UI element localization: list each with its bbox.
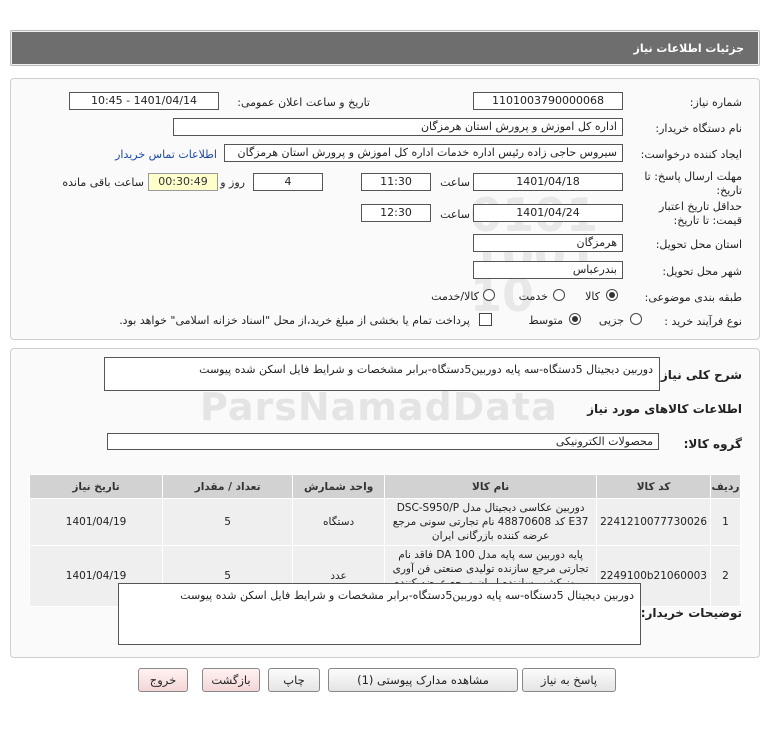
days-field: 4	[253, 173, 323, 191]
watermark: ParsNamadData	[200, 385, 558, 429]
province-field: هرمزگان	[473, 234, 623, 252]
province-label: استان محل تحویل:	[655, 238, 742, 251]
col-date: تاریخ نیاز	[28, 474, 164, 499]
goods-group-field: محصولات الکترونیکی	[107, 433, 659, 450]
process-label: نوع فرآیند خرید :	[664, 315, 742, 328]
validity-label-2: قیمت: تا تاریخ:	[673, 214, 742, 227]
announce-label: تاریخ و ساعت اعلان عمومی:	[237, 96, 370, 109]
announce-field: 1401/04/14 - 10:45	[69, 92, 219, 110]
deadline-date-field: 1401/04/18	[473, 173, 623, 191]
cell-qty: 5	[162, 498, 294, 546]
treasury-payment-checkbox[interactable]	[479, 313, 492, 326]
validity-date-field: 1401/04/24	[473, 204, 623, 222]
buyer-notes-field: دوربین دیجیتال 5دستگاه-سه پایه دوربین5دس…	[118, 583, 641, 645]
need-number-field: 1101003790000068	[473, 92, 623, 110]
creator-label: ایجاد کننده درخواست:	[640, 148, 742, 161]
cell-code: 2241210077730026	[596, 498, 711, 546]
need-number-label: شماره نیاز:	[689, 96, 742, 109]
remaining-label: ساعت باقی مانده	[62, 176, 144, 189]
buyer-org-label: نام دستگاه خریدار:	[655, 122, 742, 135]
col-row: ردیف	[710, 474, 741, 499]
view-attachments-button[interactable]: مشاهده مدارک پیوستی (1)	[328, 668, 518, 692]
buyer-org-field: اداره کل اموزش و پرورش استان هرمزگان	[173, 118, 623, 136]
deadline-time-field: 11:30	[361, 173, 431, 191]
payment-note: پرداخت تمام یا بخشی از مبلغ خرید،از محل …	[119, 314, 470, 327]
table-header-row: ردیف کد کالا نام کالا واحد شمارش تعداد /…	[28, 474, 741, 499]
deadline-time-label: ساعت	[440, 176, 470, 189]
cell-row: 1	[710, 498, 741, 546]
cell-unit: دستگاه	[292, 498, 386, 546]
buyer-notes-label: توضیحات خریدار:	[640, 606, 742, 620]
validity-time-field: 12:30	[361, 204, 431, 222]
header-bar: جزئیات اطلاعات نیاز	[12, 32, 758, 64]
cell-row: 2	[710, 545, 741, 607]
city-field: بندرعباس	[473, 261, 623, 279]
category-radio-goods[interactable]	[606, 289, 618, 301]
cell-name: دوربین عکاسی دیجیتال مدل DSC-S950/P E37 …	[384, 498, 598, 546]
col-code: کد کالا	[596, 474, 711, 499]
category-option-service: خدمت	[518, 290, 548, 303]
remaining-time-field: 00:30:49	[148, 173, 218, 191]
back-button[interactable]: بازگشت	[202, 668, 260, 692]
print-button[interactable]: چاپ	[268, 668, 320, 692]
deadline-label-2: تاریخ:	[716, 184, 742, 197]
reply-button[interactable]: پاسخ به نیاز	[522, 668, 616, 692]
buyer-contact-link[interactable]: اطلاعات تماس خریدار	[115, 148, 217, 161]
creator-field: سیروس حاجی زاده رئیس اداره خدمات اداره ک…	[224, 144, 623, 162]
page-title: جزئیات اطلاعات نیاز	[633, 42, 745, 55]
deadline-label-1: مهلت ارسال پاسخ: تا	[644, 170, 742, 183]
validity-label-1: حداقل تاریخ اعتبار	[658, 200, 742, 213]
process-option-minor: جزیی	[598, 314, 624, 327]
process-option-medium: متوسط	[528, 314, 563, 327]
process-radio-medium[interactable]	[569, 313, 581, 325]
page-header: جزئیات اطلاعات نیاز	[10, 30, 760, 66]
validity-time-label: ساعت	[440, 208, 470, 221]
exit-button[interactable]: خروج	[138, 668, 188, 692]
col-name: نام کالا	[384, 474, 598, 499]
category-option-goods-service: کالا/خدمت	[431, 290, 479, 303]
city-label: شهر محل تحویل:	[662, 265, 742, 278]
days-label: روز و	[220, 176, 245, 189]
col-qty: تعداد / مقدار	[162, 474, 294, 499]
summary-label: شرح کلی نیاز:	[656, 368, 742, 382]
col-unit: واحد شمارش	[292, 474, 386, 499]
cell-date: 1401/04/19	[28, 498, 164, 546]
goods-group-label: گروه کالا:	[683, 437, 742, 451]
category-radio-goods-service[interactable]	[483, 289, 495, 301]
process-radio-minor[interactable]	[630, 313, 642, 325]
goods-info-title: اطلاعات کالاهای مورد نیاز	[587, 402, 742, 416]
category-option-goods: کالا	[585, 290, 600, 303]
table-row[interactable]: 1 2241210077730026 دوربین عکاسی دیجیتال …	[28, 498, 741, 546]
category-radio-service[interactable]	[553, 289, 565, 301]
category-label: طبقه بندی موضوعی:	[644, 291, 742, 304]
summary-field: دوربین دیجیتال 5دستگاه-سه پایه دوربین5دس…	[104, 357, 660, 391]
